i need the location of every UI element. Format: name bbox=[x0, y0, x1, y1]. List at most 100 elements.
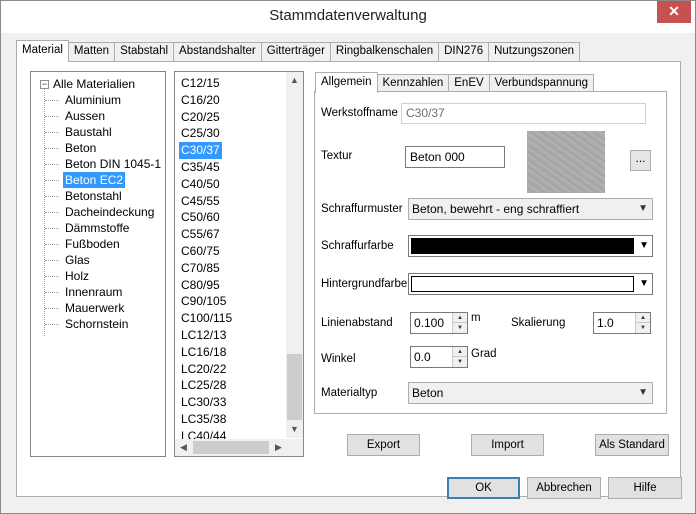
scroll-down-arrow-icon[interactable]: ▼ bbox=[286, 421, 303, 438]
schraffurmuster-dropdown[interactable]: Beton, bewehrt - eng schraffiert ▼ bbox=[408, 198, 653, 220]
help-button[interactable]: Hilfe bbox=[608, 477, 682, 499]
ok-button[interactable]: OK bbox=[447, 477, 520, 499]
spin-down-icon[interactable]: ▼ bbox=[636, 323, 650, 333]
tree-item-label: Beton bbox=[65, 141, 97, 155]
tree-item[interactable]: Beton bbox=[45, 140, 98, 156]
list-item[interactable]: C55/67 bbox=[179, 226, 222, 243]
textur-field[interactable]: Beton 000 bbox=[405, 146, 505, 168]
tree-item[interactable]: Schornstein bbox=[45, 316, 130, 332]
export-button[interactable]: Export bbox=[347, 434, 420, 456]
list-item[interactable]: LC12/13 bbox=[179, 327, 228, 344]
subtab-allgemein[interactable]: Allgemein bbox=[315, 72, 378, 93]
list-item[interactable]: C70/85 bbox=[179, 260, 222, 277]
main-tab-strip: Material Matten Stabstahl Abstandshalter Git… bbox=[16, 40, 581, 62]
list-item[interactable]: C45/55 bbox=[179, 193, 222, 210]
winkel-unit: Grad bbox=[471, 348, 497, 360]
tab-matten[interactable]: Matten bbox=[67, 42, 116, 61]
tree-item[interactable]: Mauerwerk bbox=[45, 300, 126, 316]
material-grade-list[interactable]: C12/15 C16/20 C20/25 C25/30 C30/37 C35/45 C40/… bbox=[174, 71, 304, 457]
skalierung-spinner[interactable]: 1.0 ▲ ▼ bbox=[593, 312, 651, 334]
material-category-tree[interactable]: − Alle Materialien Aluminium Aussen Bausta… bbox=[30, 71, 166, 457]
tab-ringbalkenschalen[interactable]: Ringbalkenschalen bbox=[329, 42, 440, 61]
list-item[interactable]: LC25/28 bbox=[179, 377, 228, 394]
tree-item[interactable]: Holz bbox=[45, 268, 91, 284]
list-item[interactable]: LC35/38 bbox=[179, 411, 228, 428]
tree-root-node[interactable]: − Alle Materialien bbox=[40, 76, 135, 92]
property-tab-strip: Allgemein Kennzahlen EnEV Verbundspannung bbox=[315, 72, 595, 93]
tab-abstandshalter[interactable]: Abstandshalter bbox=[173, 42, 262, 61]
schraffurfarbe-swatch bbox=[411, 238, 634, 254]
title-bar[interactable]: Stammdatenverwaltung ✕ bbox=[1, 1, 695, 33]
tree-connector-tick bbox=[45, 276, 59, 277]
scroll-up-arrow-icon[interactable]: ▲ bbox=[286, 72, 303, 89]
spin-up-icon[interactable]: ▲ bbox=[453, 313, 467, 323]
horizontal-scroll-thumb[interactable] bbox=[193, 441, 269, 454]
import-button[interactable]: Import bbox=[471, 434, 544, 456]
tree-item-label: Aluminium bbox=[65, 93, 122, 107]
cancel-button[interactable]: Abbrechen bbox=[527, 477, 601, 499]
dropdown-arrow-icon: ▼ bbox=[639, 278, 649, 289]
tree-root-label: Alle Materialien bbox=[53, 77, 136, 91]
linienabstand-spinner[interactable]: 0.100 ▲ ▼ bbox=[410, 312, 468, 334]
tree-item[interactable]: Fußboden bbox=[45, 236, 122, 252]
list-item[interactable]: C30/37 bbox=[179, 142, 222, 160]
list-item[interactable]: C90/105 bbox=[179, 293, 228, 310]
hintergrundfarbe-picker[interactable]: ▼ bbox=[408, 273, 653, 295]
tree-item-label: Beton DIN 1045-1 bbox=[65, 157, 162, 171]
tree-connector-tick bbox=[45, 212, 59, 213]
list-item[interactable]: C60/75 bbox=[179, 243, 222, 260]
schraffurmuster-value: Beton, bewehrt - eng schraffiert bbox=[412, 202, 580, 216]
close-button[interactable]: ✕ bbox=[657, 1, 691, 23]
list-item[interactable]: C16/20 bbox=[179, 92, 222, 109]
tree-item[interactable]: Aluminium bbox=[45, 92, 123, 108]
tree-item[interactable]: Innenraum bbox=[45, 284, 124, 300]
tree-item[interactable]: Betonstahl bbox=[45, 188, 124, 204]
list-item[interactable]: LC30/33 bbox=[179, 394, 228, 411]
subtab-enev[interactable]: EnEV bbox=[448, 74, 490, 92]
tree-item-label: Dacheindeckung bbox=[65, 205, 155, 219]
list-item[interactable]: C25/30 bbox=[179, 125, 222, 142]
tree-item[interactable]: Dämmstoffe bbox=[45, 220, 131, 236]
list-item[interactable]: C20/25 bbox=[179, 109, 222, 126]
list-item[interactable]: C100/115 bbox=[179, 310, 234, 327]
spin-down-icon[interactable]: ▼ bbox=[453, 357, 467, 367]
tab-gitterträger[interactable]: Gitterträger bbox=[260, 42, 331, 61]
tab-stabstahl[interactable]: Stabstahl bbox=[114, 42, 175, 61]
list-item[interactable]: C12/15 bbox=[179, 75, 222, 92]
scroll-right-arrow-icon[interactable]: ▶ bbox=[270, 439, 287, 456]
set-default-button[interactable]: Als Standard bbox=[595, 434, 669, 456]
tree-item[interactable]: Glas bbox=[45, 252, 92, 268]
tree-item-label: Baustahl bbox=[65, 125, 112, 139]
subtab-kennzahlen[interactable]: Kennzahlen bbox=[376, 74, 450, 92]
dialog-client-area: Material Matten Stabstahl Abstandshalter Git… bbox=[8, 33, 688, 506]
list-vertical-scrollbar[interactable]: ▲ ▼ bbox=[286, 72, 303, 438]
browse-texture-button[interactable]: ... bbox=[630, 150, 651, 171]
schraffurfarbe-picker[interactable]: ▼ bbox=[408, 235, 653, 257]
list-item[interactable]: C35/45 bbox=[179, 159, 222, 176]
list-item[interactable]: LC16/18 bbox=[179, 344, 228, 361]
tree-item[interactable]: Aussen bbox=[45, 108, 107, 124]
winkel-spinner[interactable]: 0.0 ▲ ▼ bbox=[410, 346, 468, 368]
spin-down-icon[interactable]: ▼ bbox=[453, 323, 467, 333]
collapse-icon[interactable]: − bbox=[40, 79, 49, 89]
allgemein-panel: Werkstoffname C30/37 Textur Beton 000 ..… bbox=[314, 91, 667, 414]
list-item[interactable]: C50/60 bbox=[179, 209, 222, 226]
scroll-thumb[interactable] bbox=[287, 354, 302, 420]
tab-nutzungszonen[interactable]: Nutzungszonen bbox=[488, 42, 581, 61]
list-item[interactable]: C80/95 bbox=[179, 277, 222, 294]
tree-item[interactable]: Beton DIN 1045-1 bbox=[45, 156, 163, 172]
tree-item[interactable]: Baustahl bbox=[45, 124, 114, 140]
tab-din276[interactable]: DIN276 bbox=[438, 42, 490, 61]
subtab-verbundspannung[interactable]: Verbundspannung bbox=[488, 74, 595, 92]
scroll-left-arrow-icon[interactable]: ◀ bbox=[175, 439, 192, 456]
spin-up-icon[interactable]: ▲ bbox=[636, 313, 650, 323]
tree-item-label: Schornstein bbox=[65, 317, 129, 331]
materialtyp-dropdown[interactable]: Beton ▼ bbox=[408, 382, 653, 404]
tree-item[interactable]: Beton EC2 bbox=[45, 172, 126, 188]
tab-material[interactable]: Material bbox=[16, 40, 69, 62]
list-horizontal-scrollbar[interactable]: ◀ ▶ bbox=[175, 439, 287, 456]
list-item[interactable]: C40/50 bbox=[179, 176, 222, 193]
tree-item[interactable]: Dacheindeckung bbox=[45, 204, 156, 220]
spin-up-icon[interactable]: ▲ bbox=[453, 347, 467, 357]
list-item[interactable]: LC20/22 bbox=[179, 361, 228, 378]
